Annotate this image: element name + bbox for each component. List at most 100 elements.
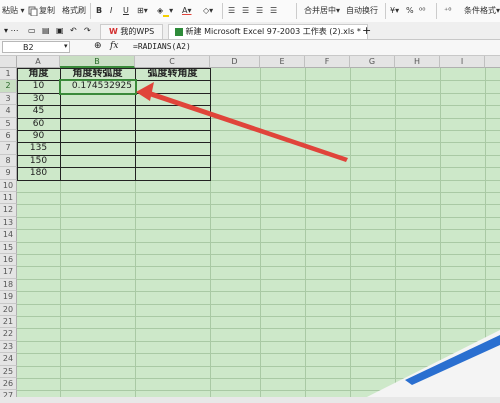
fill-bucket-icon: ◈	[157, 6, 164, 15]
row-header-16[interactable]: 16	[0, 254, 17, 267]
chevron-down-icon[interactable]: ▾	[64, 42, 68, 50]
header-cell-a1[interactable]: 角度	[17, 68, 60, 80]
distribute-icon: ☰	[270, 6, 278, 15]
row-header-10[interactable]: 10	[0, 179, 17, 192]
format-painter-button[interactable]: 格式刷	[62, 5, 86, 17]
cell-a2[interactable]: 10	[17, 80, 60, 92]
row-header-9[interactable]: 9	[0, 167, 17, 180]
currency-button[interactable]: ¥▾	[390, 5, 399, 17]
row-header-20[interactable]: 20	[0, 303, 17, 316]
row-header-13[interactable]: 13	[0, 216, 17, 230]
row-header-17[interactable]: 17	[0, 266, 17, 279]
row-header-22[interactable]: 22	[0, 328, 17, 341]
copy-button[interactable]: 复制	[28, 5, 55, 17]
formula-bar: B2 ▾ ⊕ fx =RADIANS(A2)	[0, 40, 500, 56]
row-header-26[interactable]: 26	[0, 378, 17, 391]
grid-line-horizontal	[17, 340, 500, 342]
redo-icon: ↷	[84, 26, 91, 35]
column-header-c[interactable]: C	[135, 56, 210, 68]
bold-button[interactable]: B	[96, 5, 102, 17]
column-header-i[interactable]: I	[440, 56, 485, 68]
fx-icon[interactable]: fx	[110, 41, 118, 51]
row-header-1[interactable]: 1	[0, 68, 17, 81]
new-tab-button[interactable]: +	[362, 24, 371, 38]
select-all-corner[interactable]	[0, 56, 17, 68]
underline-button[interactable]: U	[123, 5, 129, 17]
column-header-h[interactable]: H	[395, 56, 440, 68]
column-header-b[interactable]: B	[60, 56, 135, 68]
row-header-6[interactable]: 6	[0, 130, 17, 143]
row-header-2[interactable]: 2	[0, 80, 17, 93]
font-color-button[interactable]: A▾	[182, 5, 192, 17]
grid-line-horizontal	[17, 365, 500, 367]
row-header-7[interactable]: 7	[0, 142, 17, 155]
row-header-14[interactable]: 14	[0, 229, 17, 242]
active-cell-border	[59, 79, 137, 95]
redo-button[interactable]: ↷	[84, 24, 91, 38]
open-button[interactable]: ▤	[42, 24, 50, 38]
new-file-button[interactable]: ▭	[28, 24, 36, 38]
conditional-format-button[interactable]: 条件格式▾	[464, 5, 500, 17]
grid-line-horizontal	[17, 204, 500, 206]
window-menu[interactable]: ▾ ⋯	[4, 24, 19, 38]
name-box[interactable]: B2	[2, 41, 70, 53]
row-header-12[interactable]: 12	[0, 204, 17, 217]
formula-input[interactable]: =RADIANS(A2)	[133, 41, 493, 53]
wps-logo-icon: W	[109, 27, 118, 36]
tab-my-wps[interactable]: W 我的WPS	[100, 24, 164, 39]
tab-my-wps-label: 我的WPS	[120, 27, 155, 36]
cell-a8[interactable]: 150	[17, 155, 60, 167]
merge-center-button[interactable]: 合并居中▾	[304, 5, 340, 17]
cell-a7[interactable]: 135	[17, 142, 60, 154]
zoom-icon[interactable]: ⊕	[94, 41, 102, 51]
column-header-e[interactable]: E	[260, 56, 305, 68]
fill-color-button[interactable]: ◈ ▾	[157, 5, 173, 17]
table-cell-border	[60, 167, 136, 181]
row-header-25[interactable]: 25	[0, 365, 17, 378]
wrap-text-button[interactable]: 自动换行	[346, 5, 378, 17]
column-header-j[interactable]: J	[485, 56, 500, 68]
row-header-19[interactable]: 19	[0, 291, 17, 304]
row-header-8[interactable]: 8	[0, 154, 17, 168]
toolbar-divider	[436, 3, 437, 19]
cell-a9[interactable]: 180	[17, 167, 60, 179]
spreadsheet-grid[interactable]: ABCDEFGHIJ 12345678910111213141516171819…	[0, 56, 500, 403]
column-header-d[interactable]: D	[210, 56, 260, 68]
row-header-21[interactable]: 21	[0, 316, 17, 329]
cell-a4[interactable]: 45	[17, 105, 60, 117]
clear-format-button[interactable]: ◇▾	[203, 5, 213, 17]
column-header-g[interactable]: G	[350, 56, 395, 68]
row-header-15[interactable]: 15	[0, 241, 17, 254]
header-cell-c1[interactable]: 弧度转角度	[135, 68, 210, 80]
undo-button[interactable]: ↶	[70, 24, 77, 38]
save-icon: ▣	[56, 26, 64, 35]
paste-button[interactable]: 粘贴 ▾	[2, 5, 25, 17]
align-center-button[interactable]: ☰	[242, 5, 249, 17]
table-cell-border	[60, 154, 136, 169]
cell-a5[interactable]: 60	[17, 118, 60, 130]
tab-document[interactable]: 新建 Microsoft Excel 97-2003 工作表 (2).xls *	[168, 24, 368, 39]
row-header-4[interactable]: 4	[0, 105, 17, 118]
row-header-11[interactable]: 11	[0, 192, 17, 205]
horizontal-scrollbar[interactable]	[0, 397, 500, 403]
align-right-button[interactable]: ☰	[256, 5, 263, 17]
save-button[interactable]: ▣	[56, 24, 64, 38]
align-left-button[interactable]: ☰	[228, 5, 235, 17]
row-header-3[interactable]: 3	[0, 92, 17, 106]
column-header-a[interactable]: A	[17, 56, 60, 68]
cell-a6[interactable]: 90	[17, 130, 60, 142]
cell-a3[interactable]: 30	[17, 93, 60, 105]
borders-button[interactable]: ⊞▾	[137, 5, 148, 17]
undo-icon: ↶	[70, 26, 77, 35]
italic-button[interactable]: I	[110, 5, 112, 17]
row-header-24[interactable]: 24	[0, 353, 17, 366]
grid-line-horizontal	[17, 303, 500, 305]
thousands-button[interactable]: ⁰⁰	[419, 5, 425, 17]
distribute-button[interactable]: ☰	[270, 5, 277, 17]
row-header-5[interactable]: 5	[0, 117, 17, 130]
row-header-18[interactable]: 18	[0, 278, 17, 292]
column-header-f[interactable]: F	[305, 56, 350, 68]
percent-button[interactable]: %	[406, 5, 414, 17]
row-header-23[interactable]: 23	[0, 340, 17, 354]
increase-decimal-button[interactable]: ⁺⁰	[444, 5, 451, 17]
